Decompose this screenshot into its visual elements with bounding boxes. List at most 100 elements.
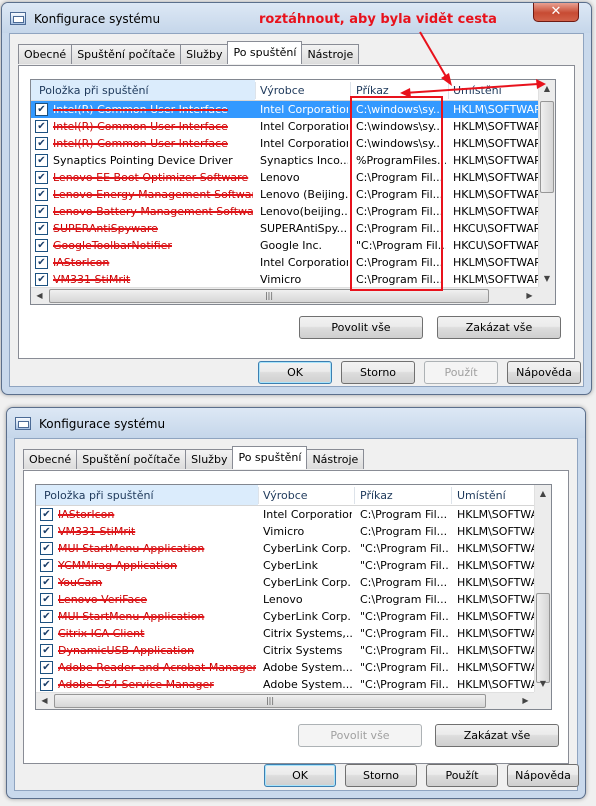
- tab-boot[interactable]: Spuštění počítače: [76, 449, 187, 469]
- scroll-thumb[interactable]: [536, 593, 550, 683]
- table-row[interactable]: ✔ IAStorIcon Intel Corporation C:\Program F…: [36, 506, 537, 523]
- table-row[interactable]: ✔ Intel(R) Common User Interface Intel Cor…: [31, 118, 543, 135]
- help-button[interactable]: Nápověda: [507, 764, 579, 787]
- table-row[interactable]: ✔ MUI StartMenu Application CyberLink Corp…: [36, 608, 537, 625]
- scroll-thumb[interactable]: |||: [54, 694, 486, 708]
- column-header-item[interactable]: Položka při spuštění: [31, 80, 255, 100]
- tab-services[interactable]: Služby: [180, 44, 229, 64]
- startup-checkbox[interactable]: ✔: [40, 576, 53, 589]
- startup-checkbox[interactable]: ✔: [35, 222, 48, 235]
- close-icon[interactable]: ✕: [533, 3, 579, 22]
- startup-checkbox[interactable]: ✔: [35, 188, 48, 201]
- cell-command: "C:\Program Fil...: [360, 644, 449, 657]
- startup-checkbox[interactable]: ✔: [40, 678, 53, 691]
- table-row[interactable]: ✔ MUI StartMenu Application CyberLink Corp…: [36, 540, 537, 557]
- table-row[interactable]: ✔ YCMMirag Application CyberLink "C:\Progra…: [36, 557, 537, 574]
- tab-startup[interactable]: Po spuštění: [227, 41, 303, 64]
- tab-general[interactable]: Obecné: [23, 449, 78, 469]
- table-row[interactable]: ✔ DynamicUSB Application Citrix Systems "C:…: [36, 642, 537, 659]
- startup-checkbox[interactable]: ✔: [35, 273, 48, 286]
- scroll-down-icon[interactable]: ▼: [539, 270, 555, 287]
- table-row[interactable]: ✔ Lenovo Battery Management Software Lenov…: [31, 203, 543, 220]
- startup-checkbox[interactable]: ✔: [40, 627, 53, 640]
- scroll-right-icon[interactable]: ▶: [521, 288, 538, 304]
- cancel-button[interactable]: Storno: [345, 764, 417, 787]
- startup-checkbox[interactable]: ✔: [35, 120, 48, 133]
- table-row[interactable]: ✔ Adobe CS4 Service Manager Adobe System..…: [36, 676, 537, 693]
- tab-boot[interactable]: Spuštění počítače: [71, 44, 182, 64]
- list-rows: ✔ IAStorIcon Intel Corporation C:\Program F…: [36, 506, 537, 693]
- startup-checkbox[interactable]: ✔: [40, 661, 53, 674]
- tab-general[interactable]: Obecné: [18, 44, 73, 64]
- startup-checkbox[interactable]: ✔: [40, 542, 53, 555]
- tab-tools[interactable]: Nástroje: [306, 449, 365, 469]
- vertical-scrollbar[interactable]: ▲ ▼: [534, 485, 551, 692]
- scroll-left-icon[interactable]: ◀: [31, 288, 48, 304]
- scroll-left-icon[interactable]: ◀: [36, 693, 53, 709]
- tab-services[interactable]: Služby: [185, 449, 234, 469]
- title-bar[interactable]: Konfigurace systému: [7, 408, 585, 438]
- scroll-thumb[interactable]: |||: [49, 289, 489, 303]
- cell-location: HKLM\SOFTWARE\: [457, 661, 537, 674]
- table-row[interactable]: ✔ Lenovo Energy Management Software Lenovo…: [31, 186, 543, 203]
- apply-button[interactable]: Použít: [424, 361, 498, 384]
- table-row[interactable]: ✔ GoogleToolbarNotifier Google Inc. "C:\Pro…: [31, 237, 543, 254]
- table-row[interactable]: ✔ SUPERAntiSpyware SUPERAntiSpy... C:\Progr…: [31, 220, 543, 237]
- horizontal-scrollbar[interactable]: ◀ ||| ▶: [31, 287, 538, 304]
- table-row[interactable]: ✔ Adobe Reader and Acrobat Manager Adobe S…: [36, 659, 537, 676]
- startup-checkbox[interactable]: ✔: [40, 525, 53, 538]
- startup-checkbox[interactable]: ✔: [35, 256, 48, 269]
- startup-checkbox[interactable]: ✔: [40, 610, 53, 623]
- column-header-item[interactable]: Položka při spuštění: [36, 485, 258, 505]
- startup-checkbox[interactable]: ✔: [40, 644, 53, 657]
- enable-all-button[interactable]: Povolit vše: [299, 316, 423, 339]
- startup-checkbox[interactable]: ✔: [40, 508, 53, 521]
- tab-tools[interactable]: Nástroje: [301, 44, 360, 64]
- horizontal-scrollbar[interactable]: ◀ ||| ▶: [36, 692, 534, 709]
- scroll-down-icon[interactable]: ▼: [535, 675, 551, 692]
- column-header-manufacturer[interactable]: Výrobce: [263, 489, 308, 502]
- startup-list[interactable]: Položka při spuštění Výrobce Příkaz Umís…: [30, 79, 556, 305]
- startup-checkbox[interactable]: ✔: [35, 171, 48, 184]
- column-header-command[interactable]: Příkaz: [360, 489, 393, 502]
- table-row[interactable]: ✔ YouCam CyberLink Corp. C:\Program Fil... H…: [36, 574, 537, 591]
- startup-checkbox[interactable]: ✔: [35, 137, 48, 150]
- table-row[interactable]: ✔ Intel(R) Common User Interface Intel Cor…: [31, 135, 543, 152]
- tab-startup[interactable]: Po spuštění: [232, 446, 308, 469]
- vertical-scrollbar[interactable]: ▲ ▼: [538, 80, 555, 287]
- help-button[interactable]: Nápověda: [507, 361, 581, 384]
- startup-checkbox[interactable]: ✔: [35, 103, 48, 116]
- startup-checkbox[interactable]: ✔: [35, 205, 48, 218]
- table-row[interactable]: ✔ Synaptics Pointing Device Driver Synapti…: [31, 152, 543, 169]
- cell-manufacturer: Lenovo: [263, 593, 303, 606]
- table-row[interactable]: ✔ Citrix ICA Client Citrix Systems,... "C:\…: [36, 625, 537, 642]
- startup-list[interactable]: Položka při spuštění Výrobce Příkaz Umís…: [35, 484, 552, 710]
- scroll-up-icon[interactable]: ▲: [539, 80, 555, 97]
- table-row[interactable]: ✔ Lenovo EE Boot Optimizer Software Lenovo…: [31, 169, 543, 186]
- table-row[interactable]: ✔ VM331 StiMrit Vimicro C:\Program Fil... HK…: [36, 523, 537, 540]
- table-row[interactable]: ✔ VM331 StiMrit Vimicro C:\Program Fil... HK…: [31, 271, 543, 288]
- enable-all-button[interactable]: Povolit vše: [298, 724, 422, 747]
- ok-button[interactable]: OK: [258, 361, 332, 384]
- column-header-manufacturer[interactable]: Výrobce: [260, 84, 305, 97]
- table-row[interactable]: ✔ Lenovo VeriFace Lenovo C:\Program Fil... H…: [36, 591, 537, 608]
- cancel-button[interactable]: Storno: [341, 361, 415, 384]
- startup-checkbox[interactable]: ✔: [35, 154, 48, 167]
- startup-checkbox[interactable]: ✔: [35, 239, 48, 252]
- startup-checkbox[interactable]: ✔: [40, 559, 53, 572]
- disable-all-button[interactable]: Zakázat vše: [435, 724, 559, 747]
- apply-button[interactable]: Použít: [426, 764, 498, 787]
- scroll-thumb[interactable]: [540, 101, 554, 193]
- window-title: Konfigurace systému: [34, 12, 161, 26]
- column-header-location[interactable]: Umístění: [453, 84, 502, 97]
- startup-checkbox[interactable]: ✔: [40, 593, 53, 606]
- ok-button[interactable]: OK: [264, 764, 336, 787]
- disable-all-button[interactable]: Zakázat vše: [437, 316, 561, 339]
- table-row[interactable]: ✔ IAStorIcon Intel Corporation C:\Program F…: [31, 254, 543, 271]
- cell-manufacturer: Google Inc.: [260, 239, 323, 252]
- column-header-location[interactable]: Umístění: [457, 489, 506, 502]
- tab-strip: Obecné Spuštění počítače Služby Po spuštění…: [18, 41, 360, 66]
- table-row[interactable]: ✔ Intel(R) Common User Interface Intel Cor…: [31, 101, 543, 118]
- scroll-right-icon[interactable]: ▶: [517, 693, 534, 709]
- scroll-up-icon[interactable]: ▲: [535, 485, 551, 502]
